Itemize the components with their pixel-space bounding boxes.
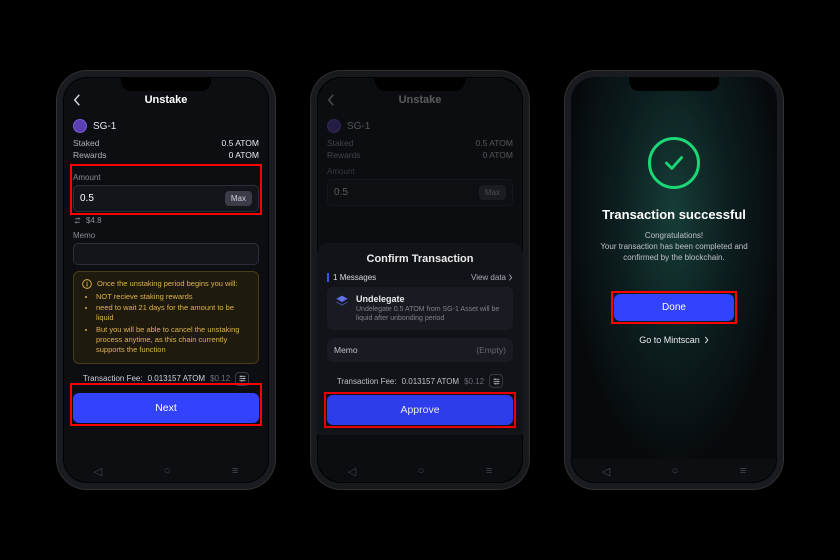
warning-item: need to wait 21 days for the amount to b… — [96, 303, 250, 323]
sliders-icon — [238, 374, 247, 383]
nav-recent-icon[interactable]: ≡ — [740, 465, 746, 477]
nav-recent-icon[interactable]: ≡ — [232, 465, 238, 477]
staked-label: Staked — [73, 138, 99, 148]
warning-item: But you will be able to cancel the unsta… — [96, 325, 250, 355]
warning-item: NOT recieve staking rewards — [96, 292, 250, 302]
rewards-value: 0 ATOM — [229, 150, 259, 160]
next-button[interactable]: Next — [73, 393, 259, 423]
staked-row: Staked 0.5 ATOM — [73, 137, 259, 149]
nav-home-icon[interactable]: ○ — [418, 465, 425, 477]
messages-label: 1 Messages — [327, 273, 376, 282]
chevron-right-icon — [704, 336, 709, 344]
fee-value: 0.013157 ATOM — [148, 374, 206, 383]
android-nav-bar: ◁ ○ ≡ — [317, 459, 523, 483]
memo-value: (Empty) — [476, 345, 506, 355]
sliders-icon — [492, 377, 501, 386]
staked-value: 0.5 ATOM — [222, 138, 259, 148]
fee-row: Transaction Fee: 0.013157 ATOM $0.12 — [327, 374, 513, 388]
back-button[interactable] — [73, 91, 87, 109]
memo-input[interactable] — [73, 243, 259, 265]
messages-header: 1 Messages View data — [327, 273, 513, 282]
phone-transaction-success: Transaction successful Congratulations! … — [565, 71, 783, 489]
approve-button[interactable]: Approve — [327, 395, 513, 425]
android-nav-bar: ◁ ○ ≡ — [63, 459, 269, 483]
page-title: Unstake — [399, 94, 442, 106]
fiat-value: $4.8 — [86, 216, 102, 225]
fee-settings-button[interactable] — [235, 372, 249, 386]
done-button[interactable]: Done — [614, 294, 734, 321]
check-icon — [661, 150, 687, 176]
confirm-modal: Confirm Transaction 1 Messages View data… — [317, 243, 523, 435]
header: Unstake — [73, 91, 259, 109]
fee-fiat: $0.12 — [210, 374, 230, 383]
validator-name: SG-1 — [93, 121, 116, 132]
screen-2: Unstake SG-1 Staked0.5 ATOM Rewards0 ATO… — [317, 77, 523, 459]
amount-section-highlight: Amount 0.5 Max — [73, 167, 259, 212]
message-title: Undelegate — [356, 294, 506, 304]
memo-row[interactable]: Memo (Empty) — [327, 338, 513, 362]
phone-confirm-transaction: Unstake SG-1 Staked0.5 ATOM Rewards0 ATO… — [311, 71, 529, 489]
warning-list: NOT recieve staking rewards need to wait… — [82, 292, 250, 355]
page-title: Unstake — [145, 94, 188, 106]
fee-value: 0.013157 ATOM — [402, 377, 460, 386]
chevron-left-icon — [327, 94, 335, 106]
success-title: Transaction successful — [602, 207, 746, 222]
message-desc: Undelegate 0.5 ATOM from SG-1 Asset will… — [356, 305, 506, 323]
nav-home-icon[interactable]: ○ — [164, 465, 171, 477]
chevron-left-icon — [73, 94, 81, 106]
modal-title: Confirm Transaction — [327, 253, 513, 265]
validator-icon — [73, 119, 87, 133]
warning-head: Once the unstaking period begins you wil… — [97, 279, 238, 289]
max-button[interactable]: Max — [225, 191, 252, 206]
fee-settings-button[interactable] — [489, 374, 503, 388]
memo-label: Memo — [334, 345, 358, 355]
phone-unstake-form: Unstake SG-1 Staked 0.5 ATOM Rewards 0 A… — [57, 71, 275, 489]
screen-3: Transaction successful Congratulations! … — [571, 77, 777, 459]
fiat-row: $4.8 — [73, 216, 259, 225]
mintscan-link[interactable]: Go to Mintscan — [639, 335, 709, 345]
android-nav-bar: ◁ ○ ≡ — [571, 459, 777, 483]
amount-label: Amount — [73, 173, 259, 182]
swap-icon — [73, 216, 82, 225]
fee-label: Transaction Fee: — [83, 374, 143, 383]
nav-home-icon[interactable]: ○ — [672, 465, 679, 477]
info-icon — [82, 279, 92, 289]
warning-card: Once the unstaking period begins you wil… — [73, 271, 259, 364]
rewards-row: Rewards 0 ATOM — [73, 149, 259, 161]
next-button-highlight: Next — [73, 386, 259, 423]
success-check-icon — [648, 137, 700, 189]
dimmed-background-content: Unstake SG-1 Staked0.5 ATOM Rewards0 ATO… — [327, 91, 513, 206]
validator-row[interactable]: SG-1 — [73, 115, 259, 137]
screen-1: Unstake SG-1 Staked 0.5 ATOM Rewards 0 A… — [63, 77, 269, 459]
approve-button-highlight: Approve — [327, 395, 513, 425]
fee-fiat: $0.12 — [464, 377, 484, 386]
chevron-right-icon — [508, 274, 513, 281]
nav-back-icon[interactable]: ◁ — [348, 465, 356, 478]
done-button-highlight: Done — [614, 294, 734, 321]
nav-recent-icon[interactable]: ≡ — [486, 465, 492, 477]
phone-notch — [121, 77, 211, 91]
phone-notch — [375, 77, 465, 91]
message-card: Undelegate Undelegate 0.5 ATOM from SG-1… — [327, 287, 513, 330]
amount-value: 0.5 — [80, 193, 94, 204]
fee-row: Transaction Fee: 0.013157 ATOM $0.12 — [73, 372, 259, 386]
nav-back-icon[interactable]: ◁ — [602, 465, 610, 478]
rewards-label: Rewards — [73, 150, 107, 160]
undelegate-icon — [334, 294, 350, 310]
phone-notch — [629, 77, 719, 91]
view-data-link[interactable]: View data — [471, 273, 513, 282]
amount-input[interactable]: 0.5 Max — [73, 185, 259, 212]
success-subtitle: Congratulations! Your transaction has be… — [581, 230, 767, 264]
memo-label: Memo — [73, 231, 259, 240]
nav-back-icon[interactable]: ◁ — [94, 465, 102, 478]
fee-label: Transaction Fee: — [337, 377, 397, 386]
